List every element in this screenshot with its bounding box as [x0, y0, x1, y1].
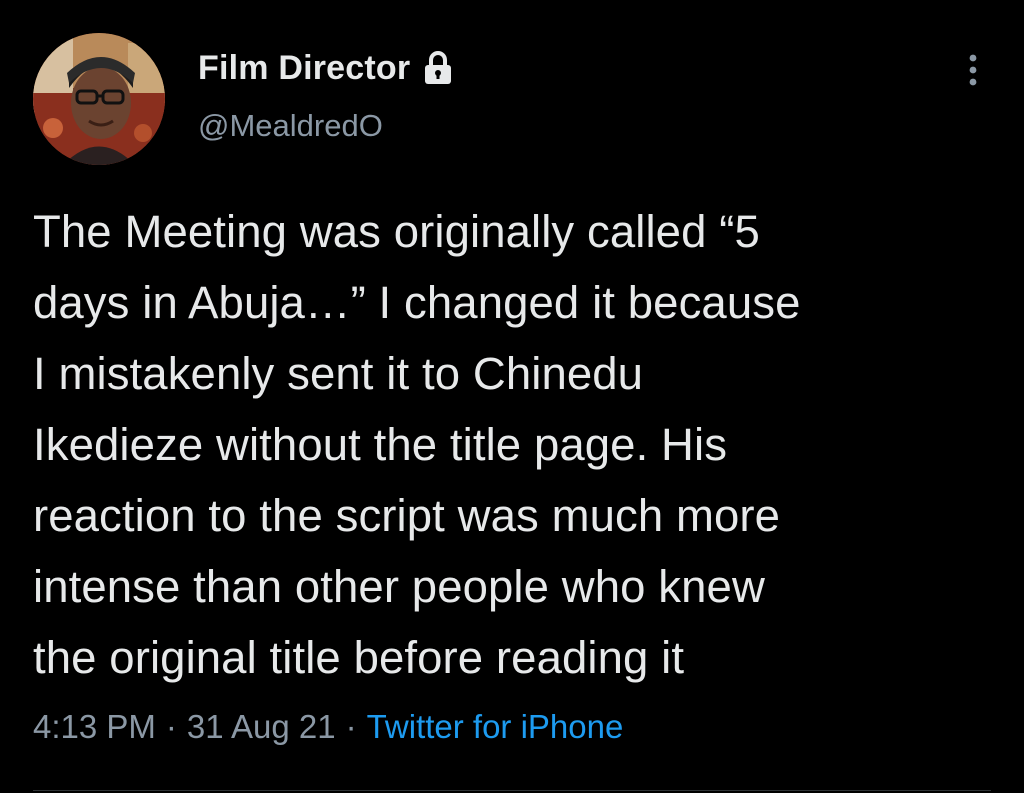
display-name[interactable]: Film Director: [198, 49, 410, 88]
separator: ·: [345, 708, 357, 745]
tweet-meta: 4:13 PM · 31 Aug 21 · Twitter for iPhone: [33, 708, 623, 746]
avatar-photo: [33, 33, 165, 165]
display-name-row: Film Director: [198, 46, 454, 90]
tweet: Film Director @MealdredO The Meeting was…: [0, 0, 1024, 793]
tweet-source-link[interactable]: Twitter for iPhone: [367, 708, 624, 746]
lock-icon: [422, 50, 454, 86]
more-options-button[interactable]: [955, 48, 991, 92]
separator: ·: [165, 708, 177, 745]
tweet-date[interactable]: 31 Aug 21: [187, 708, 336, 746]
divider: [33, 790, 991, 791]
avatar[interactable]: [33, 33, 165, 165]
more-vertical-icon: [969, 54, 977, 86]
tweet-time[interactable]: 4:13 PM: [33, 708, 156, 746]
handle[interactable]: @MealdredO: [198, 108, 383, 144]
tweet-text: The Meeting was originally called “5 day…: [33, 206, 801, 683]
